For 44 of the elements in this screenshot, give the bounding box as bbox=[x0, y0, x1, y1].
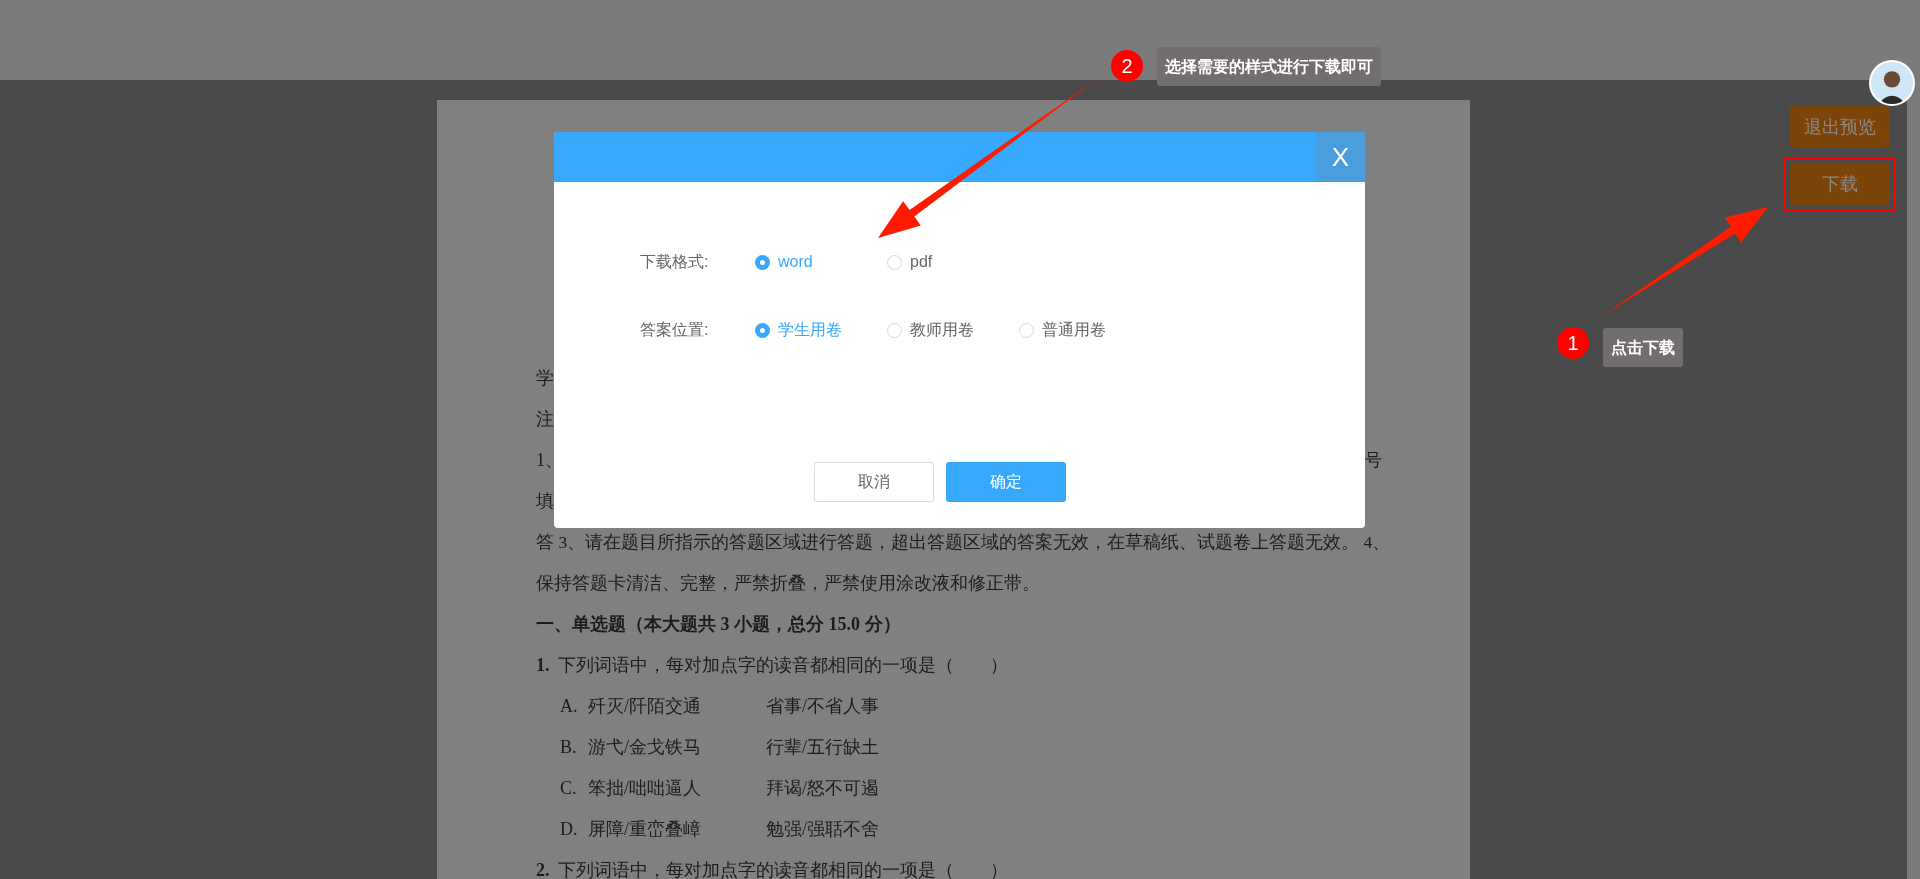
document-text: 填 bbox=[536, 490, 554, 513]
radio-option[interactable]: pdf bbox=[887, 250, 1019, 274]
annotation-label: 选择需要的样式进行下载即可 bbox=[1157, 47, 1381, 86]
option-text: 笨拙/咄咄逼人 bbox=[588, 777, 702, 800]
radio-option[interactable]: 学生用卷 bbox=[755, 318, 887, 342]
radio-button[interactable] bbox=[1019, 322, 1034, 338]
document-text: 1、 bbox=[536, 449, 563, 472]
close-button[interactable]: X bbox=[1316, 132, 1365, 182]
question-number: 2. bbox=[536, 859, 550, 879]
radio-option[interactable]: word bbox=[755, 250, 887, 274]
cancel-button[interactable]: 取消 bbox=[813, 462, 934, 502]
option-letter: C. bbox=[560, 777, 578, 800]
document-text: 号 bbox=[1364, 449, 1382, 472]
confirm-button[interactable]: 确定 bbox=[945, 462, 1066, 502]
section-heading: 一、单选题（本大题共 3 小题，总分 15.0 分） bbox=[536, 613, 901, 636]
option-text: 屏障/重峦叠嶂 bbox=[588, 818, 702, 841]
question-text: 下列词语中，每对加点字的读音都相同的一项是（ ） bbox=[557, 859, 1008, 879]
option-letter: A. bbox=[560, 695, 579, 718]
annotation-label: 点击下载 bbox=[1603, 328, 1683, 367]
radio-option[interactable]: 教师用卷 bbox=[887, 318, 1019, 342]
toolbar-button[interactable]: 退出预览 bbox=[1790, 106, 1890, 148]
radio-button[interactable] bbox=[887, 254, 902, 270]
radio-button[interactable] bbox=[755, 254, 770, 270]
radio-button[interactable] bbox=[887, 322, 902, 338]
question-number: 1. bbox=[536, 654, 550, 677]
option-letter: D. bbox=[560, 818, 579, 841]
option-letter: B. bbox=[560, 736, 578, 759]
document-text: 注 bbox=[536, 408, 554, 431]
field-label: 下载格式: bbox=[640, 252, 710, 272]
radio-option[interactable]: 普通用卷 bbox=[1019, 318, 1151, 342]
question-text: 下列词语中，每对加点字的读音都相同的一项是（ ） bbox=[557, 654, 1008, 677]
option-text: 歼灭/阡陌交通 bbox=[588, 695, 702, 718]
radio-button[interactable] bbox=[755, 322, 770, 338]
option-text: 行辈/五行缺土 bbox=[766, 736, 879, 759]
document-text: 学 bbox=[536, 367, 554, 390]
option-text: 拜谒/怒不可遏 bbox=[766, 777, 879, 800]
option-text: 游弋/金戈铁马 bbox=[588, 736, 702, 759]
option-text: 省事/不省人事 bbox=[766, 695, 879, 718]
field-label: 答案位置: bbox=[640, 320, 710, 340]
document-text: 保持答题卡清洁、完整，严禁折叠，严禁使用涂改液和修正带。 bbox=[536, 572, 1040, 596]
document-text: 答 3、请在题目所指示的答题区域进行答题，超出答题区域的答案无效，在草稿纸、试题卷上答题无效。 4、 bbox=[536, 531, 1391, 555]
option-text: 勉强/强聒不舍 bbox=[766, 818, 879, 841]
toolbar-button[interactable]: 下载 bbox=[1790, 163, 1890, 205]
step-badge: 1 bbox=[1557, 327, 1589, 359]
